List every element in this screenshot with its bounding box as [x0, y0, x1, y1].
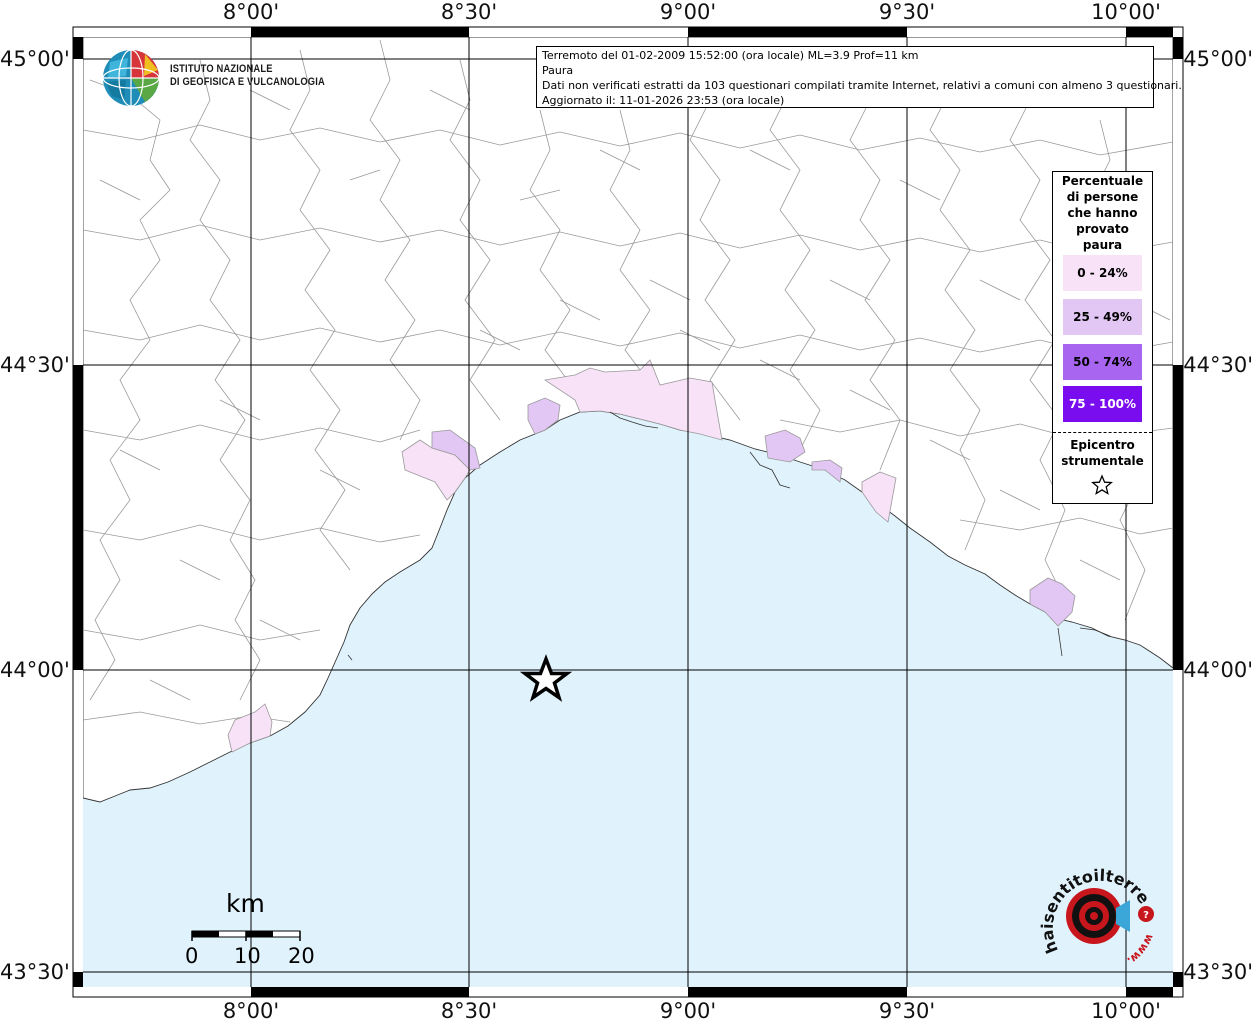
data-note: Dati non verificati estratti da 103 ques… — [542, 79, 1182, 92]
map-subtitle: Paura — [542, 64, 574, 77]
updated-text: Aggiornato il: 11-01-2026 23:53 (ora loc… — [542, 94, 785, 107]
lon-label-top: 10°00' — [1091, 0, 1161, 24]
lon-label-bottom: 10°00' — [1091, 999, 1161, 1023]
ingv-name-line2: DI GEOFISICA E VULCANOLOGIA — [170, 76, 325, 88]
lon-label-bottom: 8°30' — [440, 999, 498, 1023]
lon-label-bottom: 9°00' — [659, 999, 717, 1023]
haisentito-logo: ? haisentitoilterremoto.it www. — [1030, 858, 1157, 968]
lon-label-top: 9°00' — [659, 0, 717, 24]
legend-epicenter-label: Epicentro strumentale — [1061, 438, 1144, 468]
legend-class-50-74: 50 - 74% — [1063, 344, 1142, 380]
lon-label-bottom: 9°30' — [878, 999, 936, 1023]
event-info-box: Terremoto del 01-02-2009 15:52:00 (ora l… — [536, 46, 1182, 108]
scale-unit: km — [226, 889, 265, 918]
lon-label-top: 8°00' — [222, 0, 280, 24]
event-title: Terremoto del 01-02-2009 15:52:00 (ora l… — [542, 49, 919, 62]
legend-class-75-100: 75 - 100% — [1063, 386, 1142, 422]
lat-label-right: 45°00' — [1183, 47, 1253, 71]
legend-class-25-49: 25 - 49% — [1063, 299, 1142, 335]
lat-label-left: 45°00' — [0, 47, 70, 71]
ingv-institute-name: ISTITUTO NAZIONALE DI GEOFISICA E VULCAN… — [170, 63, 325, 89]
lat-label-right: 43°30' — [1183, 960, 1253, 984]
legend-star-icon — [1091, 474, 1113, 495]
ingv-name-line1: ISTITUTO NAZIONALE — [170, 63, 273, 75]
lat-label-right: 44°30' — [1183, 353, 1253, 377]
scale-tick-10: 10 — [234, 944, 261, 968]
hst-logo-prefix: www. — [1125, 932, 1157, 968]
lat-label-right: 44°00' — [1183, 658, 1253, 682]
lon-label-bottom: 8°00' — [222, 999, 280, 1023]
lon-label-top: 9°30' — [878, 0, 936, 24]
legend-divider — [1053, 432, 1152, 433]
lat-label-left: 44°00' — [0, 658, 70, 682]
scale-tick-20: 20 — [288, 944, 315, 968]
scale-tick-0: 0 — [185, 944, 199, 968]
legend-class-0-24: 0 - 24% — [1063, 255, 1142, 291]
legend-title: Percentuale di persone che hanno provato… — [1061, 174, 1144, 252]
lat-label-left: 43°30' — [0, 960, 70, 984]
ingv-globe-logo — [102, 49, 160, 107]
svg-text:?: ? — [1143, 910, 1149, 921]
lat-label-left: 44°30' — [0, 353, 70, 377]
legend: Percentuale di persone che hanno provato… — [1052, 171, 1153, 504]
svg-text:www.: www. — [1125, 932, 1157, 968]
lon-label-top: 8°30' — [440, 0, 498, 24]
